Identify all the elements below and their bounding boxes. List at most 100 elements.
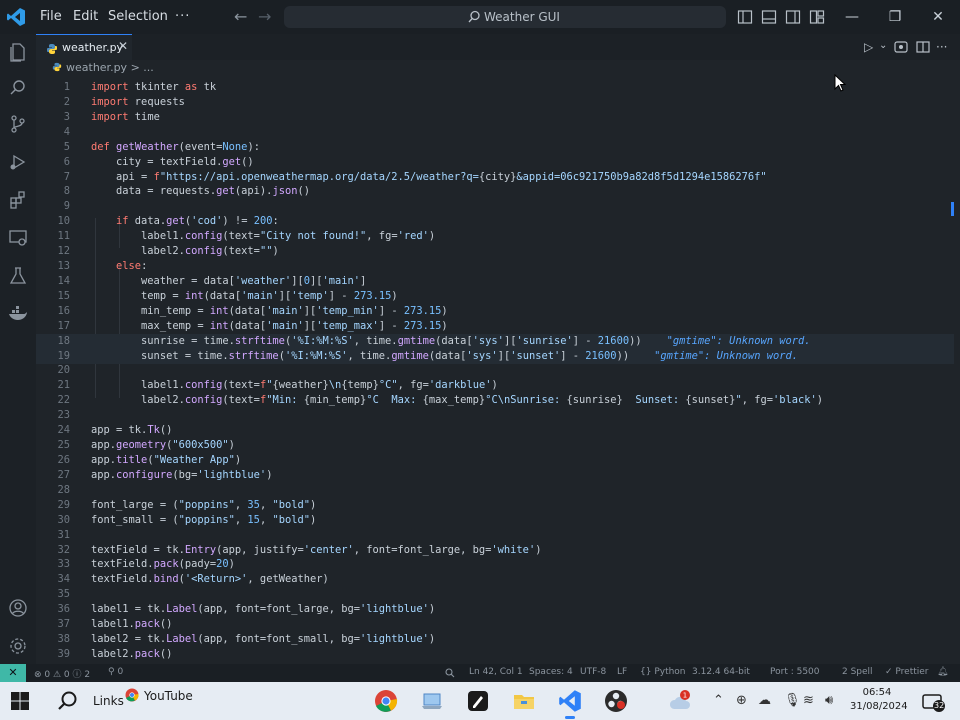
search-icon[interactable] (56, 689, 80, 713)
code-line[interactable]: 15 temp = int(data['main']['temp'] - 273… (36, 289, 954, 304)
remote-indicator[interactable]: ✕ (0, 664, 26, 682)
restore-button[interactable]: ❐ (873, 5, 917, 29)
more-actions-icon[interactable]: ··· (936, 40, 947, 54)
code-line[interactable]: 9 (36, 199, 954, 214)
chrome-icon[interactable] (374, 689, 398, 713)
code-line[interactable]: 5 def getWeather(event=None): (36, 140, 954, 155)
windows-start-icon[interactable] (10, 691, 30, 711)
meet-now-icon[interactable]: ⊕ (736, 693, 747, 708)
wifi-icon[interactable]: ≋ (803, 693, 814, 708)
code-line[interactable]: 27 app.configure(bg='lightblue') (36, 468, 954, 483)
show-hidden-icons-icon[interactable]: ⌃ (713, 693, 724, 708)
system-clock[interactable]: 06:54 31/08/2024 (850, 686, 908, 714)
accounts-icon[interactable] (8, 598, 28, 618)
code-line[interactable]: 17 max_temp = int(data['main']['temp_max… (36, 319, 954, 334)
docker-icon[interactable] (8, 304, 28, 324)
laptop-app-icon[interactable] (420, 689, 444, 713)
code-line[interactable]: 20 (36, 363, 954, 378)
ports-status[interactable]: ⚲ 0 (108, 667, 123, 677)
file-explorer-icon[interactable] (512, 689, 536, 713)
code-line[interactable]: 14 weather = data['weather'][0]['main'] (36, 274, 954, 289)
code-line[interactable]: 25 app.geometry("600x500") (36, 438, 954, 453)
code-line[interactable]: 30 font_small = ("poppins", 15, "bold") (36, 513, 954, 528)
links-label[interactable]: Links (93, 694, 124, 708)
onedrive-icon[interactable]: ☁︎ (758, 693, 771, 708)
eol-status[interactable]: LF (617, 667, 627, 677)
vscode-taskbar-icon[interactable] (558, 689, 582, 713)
arrow-right-icon[interactable]: → (258, 7, 271, 26)
code-line[interactable]: 8 data = requests.get(api).json() (36, 184, 954, 199)
menu-file[interactable]: File (40, 9, 62, 24)
code-line[interactable]: 39 label2.pack() (36, 647, 954, 662)
code-line[interactable]: 19 sunset = time.strftime('%I:%M:%S', ti… (36, 348, 954, 364)
command-center[interactable]: Weather GUI (284, 6, 726, 28)
run-python-file-icon[interactable]: ▷ (864, 40, 873, 54)
code-line[interactable]: 33 textField.pack(pady=20) (36, 557, 954, 572)
code-line[interactable]: 4 (36, 125, 954, 140)
menu-more[interactable]: ··· (175, 9, 190, 24)
search-icon[interactable] (8, 78, 28, 98)
code-line[interactable]: 32 textField = tk.Entry(app, justify='cen… (36, 543, 954, 558)
code-line[interactable]: 1 import tkinter as tk (36, 80, 954, 95)
code-line[interactable]: 21 label1.config(text=f"{weather}\n{temp… (36, 378, 954, 393)
breadcrumb-symbol[interactable]: ... (143, 61, 154, 74)
weather-widget-icon[interactable]: 1 (668, 689, 692, 713)
code-line[interactable]: 24 app = tk.Tk() (36, 423, 954, 438)
customize-layout-icon[interactable] (809, 9, 825, 25)
extensions-icon[interactable] (8, 190, 28, 210)
code-line[interactable]: 23 (36, 408, 954, 423)
toggle-primary-sidebar-icon[interactable] (737, 9, 753, 25)
settings-icon[interactable] (8, 636, 28, 656)
run-dropdown-icon[interactable]: ⌄ (879, 40, 887, 51)
code-line[interactable]: 16 min_temp = int(data['main']['temp_min… (36, 304, 954, 319)
close-tab-icon[interactable]: ✕ (118, 39, 128, 53)
code-line[interactable]: 29 font_large = ("poppins", 35, "bold") (36, 498, 954, 513)
youtube-label[interactable]: YouTube (144, 689, 193, 703)
encoding-status[interactable]: UTF-8 (580, 667, 606, 677)
code-line[interactable]: 13 else: (36, 259, 954, 274)
explorer-icon[interactable] (8, 42, 28, 62)
code-line[interactable]: 10 if data.get('cod') != 200: (36, 214, 954, 229)
arrow-left-icon[interactable]: ← (234, 7, 247, 26)
volume-icon[interactable]: 🔊︎ (825, 693, 833, 708)
code-line[interactable]: 3 import time (36, 110, 954, 125)
code-line[interactable]: 11 label1.config(text="City not found!",… (36, 229, 954, 244)
obs-studio-icon[interactable] (604, 689, 628, 713)
problems-status[interactable]: ⊗ 0 ⚠ 0 ⓘ 2 (34, 667, 90, 680)
cursor-position[interactable]: Ln 42, Col 1 (469, 667, 523, 677)
code-line[interactable]: 35 (36, 587, 954, 602)
code-line[interactable]: 2 import requests (36, 95, 954, 110)
code-line[interactable]: 7 api = f"https://api.openweathermap.org… (36, 170, 954, 185)
pen-app-icon[interactable] (466, 689, 490, 713)
remote-explorer-icon[interactable] (8, 228, 28, 248)
open-preview-icon[interactable] (894, 41, 908, 53)
code-line[interactable]: 36 label1 = tk.Label(app, font=font_large… (36, 602, 954, 617)
code-line[interactable]: 34 textField.bind('<Return>', getWeather) (36, 572, 954, 587)
microphone-icon[interactable]: 🎙︎ (784, 693, 801, 708)
minimize-button[interactable]: — (830, 5, 874, 29)
language-mode[interactable]: {} Python (640, 667, 686, 677)
code-line[interactable]: 31 (36, 528, 954, 543)
zoom-search-icon[interactable] (445, 668, 455, 678)
toggle-panel-icon[interactable] (761, 9, 777, 25)
code-line[interactable]: 22 label2.config(text=f"Min: {min_temp}°… (36, 393, 954, 408)
python-interpreter[interactable]: 3.12.4 64-bit (692, 667, 750, 677)
code-line[interactable]: 6 city = textField.get() (36, 155, 954, 170)
prettier-status[interactable]: ✓ Prettier (885, 667, 929, 677)
split-editor-icon[interactable] (916, 41, 930, 53)
testing-icon[interactable] (8, 266, 28, 286)
code-line[interactable]: 12 label2.config(text="") (36, 244, 954, 259)
spell-check-status[interactable]: 2 Spell (842, 667, 873, 677)
tab-weather-py[interactable]: weather.py ✕ (36, 34, 132, 60)
code-line[interactable]: 28 (36, 483, 954, 498)
close-window-button[interactable]: ✕ (916, 5, 960, 29)
code-line[interactable]: 26 app.title("Weather App") (36, 453, 954, 468)
code-line[interactable]: 18 sunrise = time.strftime('%I:%M:%S', t… (36, 333, 954, 349)
code-line[interactable]: 37 label1.pack() (36, 617, 954, 632)
breadcrumb-file[interactable]: weather.py (66, 61, 127, 74)
live-server-port[interactable]: Port : 5500 (770, 667, 820, 677)
toggle-secondary-sidebar-icon[interactable] (785, 9, 801, 25)
menu-selection[interactable]: Selection (108, 9, 168, 24)
indentation-status[interactable]: Spaces: 4 (529, 667, 573, 677)
run-debug-icon[interactable] (8, 152, 28, 172)
